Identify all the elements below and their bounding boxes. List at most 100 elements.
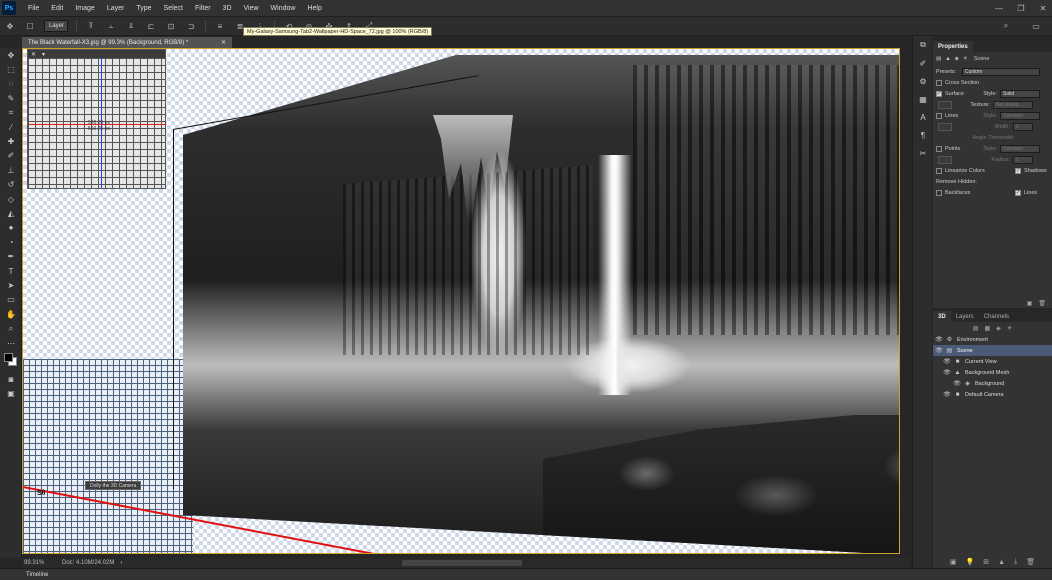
tab-properties[interactable]: Properties [933,41,973,52]
lines-color-swatch[interactable] [938,122,952,131]
trash-icon[interactable]: 🗑 [1038,300,1046,307]
eye-icon[interactable]: 👁 [941,391,953,398]
align-right-icon[interactable]: ⊐ [184,19,198,33]
auto-select-checkbox[interactable]: ☐ [23,19,37,33]
close-button[interactable]: ✕ [1038,4,1048,13]
search-icon[interactable]: ⌕ [999,19,1013,33]
marquee-tool-icon[interactable]: ⬚ [0,62,22,76]
timeline-label[interactable]: Timeline [26,572,48,578]
tab-layers[interactable]: Layers [951,311,979,322]
lines-checkbox[interactable] [936,112,942,119]
tab-3d[interactable]: 3D [933,311,951,322]
menu-3d[interactable]: 3D [217,5,238,12]
3d-postcard-image[interactable] [183,55,899,553]
menu-view[interactable]: View [238,5,265,12]
quick-mask-icon[interactable]: ◙ [0,372,22,386]
menu-type[interactable]: Type [130,5,157,12]
align-bottom-icon[interactable]: ⫫ [124,19,138,33]
width-input[interactable]: 1 [1013,122,1033,131]
cross-section-checkbox[interactable] [936,79,942,86]
view-menu-icon[interactable]: ▾ [42,51,45,58]
pen-tool-icon[interactable]: ✒ [0,249,22,263]
move-tool-icon[interactable]: ✥ [3,19,17,33]
new-mesh-icon[interactable]: ▲ [998,559,1005,566]
eye-icon[interactable]: 👁 [933,336,945,343]
close-view-icon[interactable]: ✕ [31,51,36,58]
lines-hidden-checkbox[interactable]: ✓ [1015,189,1021,196]
close-tab-icon[interactable]: ✕ [221,39,226,46]
adjustments-icon[interactable]: ⚙ [913,72,933,90]
dodge-tool-icon[interactable]: ◔ [0,235,22,249]
healing-tool-icon[interactable]: ✚ [0,134,22,148]
eraser-tool-icon[interactable]: ◇ [0,192,22,206]
eye-icon[interactable]: 👁 [933,347,945,354]
brush-settings-icon[interactable]: ✐ [913,54,933,72]
radius-input[interactable]: 1 [1013,155,1033,164]
mesh-filter-icon[interactable]: ▦ [984,325,990,332]
light-filter-icon[interactable]: ☀ [1007,325,1012,332]
menu-file[interactable]: File [22,5,45,12]
canvas-area[interactable]: ✕ ▾ 560.25 px 560.25 px Dolly the 3D Cam… [22,48,910,558]
history-brush-tool-icon[interactable]: ↺ [0,178,22,192]
align-center-icon[interactable]: ⊡ [164,19,178,33]
light-icon[interactable]: ☀ [963,56,968,62]
type-tool-icon[interactable]: T [0,264,22,278]
character-icon[interactable]: A [913,108,933,126]
move-tool-icon[interactable]: ✥ [0,48,22,62]
menu-edit[interactable]: Edit [45,5,69,12]
material-icon[interactable]: ◈ [955,56,959,62]
scene-filter-icon[interactable]: ▤ [973,325,979,332]
menu-image[interactable]: Image [69,5,100,12]
paragraph-icon[interactable]: ¶ [913,126,933,144]
crop-tool-icon[interactable]: ⌗ [0,106,22,120]
distribute-icon[interactable]: ≡ [213,19,227,33]
render-icon[interactable]: ▣ [950,558,957,566]
foreground-color[interactable] [4,353,13,363]
swatches-icon[interactable]: ▦ [913,90,933,108]
3d-item-environment[interactable]: 👁 ⚙ Environment [933,334,1052,345]
photoshop-logo[interactable]: Ps [2,1,16,15]
add-constraint-icon[interactable]: ⤓ [1014,558,1017,566]
3d-item-current-view[interactable]: 👁 ■ Current View [933,356,1052,367]
minimize-button[interactable]: — [994,4,1004,13]
backfaces-checkbox[interactable] [936,189,942,196]
more-tools-icon[interactable]: ⋯ [0,336,22,350]
align-middle-icon[interactable]: ⫠ [104,19,118,33]
surface-color-swatch[interactable] [938,100,952,109]
3d-item-background[interactable]: 👁 ◈ Background [933,378,1052,389]
points-checkbox[interactable] [936,145,942,152]
blur-tool-icon[interactable]: ● [0,221,22,235]
render-icon[interactable]: ▣ [1027,300,1033,307]
3d-item-default-camera[interactable]: 👁 ■ Default Camera [933,389,1052,400]
mesh-icon[interactable]: ▲ [945,56,950,62]
gradient-tool-icon[interactable]: ◭ [0,206,22,220]
menu-select[interactable]: Select [158,5,189,12]
workspace-icon[interactable]: ▭ [1029,19,1043,33]
document-canvas[interactable]: ✕ ▾ 560.25 px 560.25 px Dolly the 3D Cam… [22,48,900,554]
trash-icon[interactable]: 🗑 [1026,558,1035,566]
align-left-icon[interactable]: ⊏ [144,19,158,33]
eye-icon[interactable]: 👁 [951,380,963,387]
menu-filter[interactable]: Filter [189,5,217,12]
eye-icon[interactable]: 👁 [941,358,953,365]
material-filter-icon[interactable]: ◈ [996,325,1001,332]
shadows-checkbox[interactable]: ✓ [1015,167,1021,174]
menu-help[interactable]: Help [301,5,327,12]
linearize-checkbox[interactable] [936,167,942,174]
menu-layer[interactable]: Layer [101,5,131,12]
layer-select[interactable]: Layer [44,20,68,32]
stamp-tool-icon[interactable]: ⊥ [0,163,22,177]
lasso-tool-icon[interactable]: ◌ [0,77,22,91]
status-menu-icon[interactable]: › [120,560,122,566]
scene-icon[interactable]: ▤ [936,56,941,62]
eyedropper-tool-icon[interactable]: ⁄ [0,120,22,134]
align-top-icon[interactable]: ⫪ [84,19,98,33]
points-style-select[interactable]: Constant [1000,144,1040,153]
brush-tool-icon[interactable]: ✐ [0,149,22,163]
tab-channels[interactable]: Channels [979,311,1014,322]
screen-mode-icon[interactable]: ▣ [0,387,22,401]
3d-secondary-view[interactable]: ✕ ▾ 560.25 px 560.25 px [27,49,166,189]
3d-item-scene[interactable]: 👁 ▤ Scene [933,345,1052,356]
color-swatches[interactable] [0,350,22,372]
add-light-icon[interactable]: 💡 [966,558,975,566]
